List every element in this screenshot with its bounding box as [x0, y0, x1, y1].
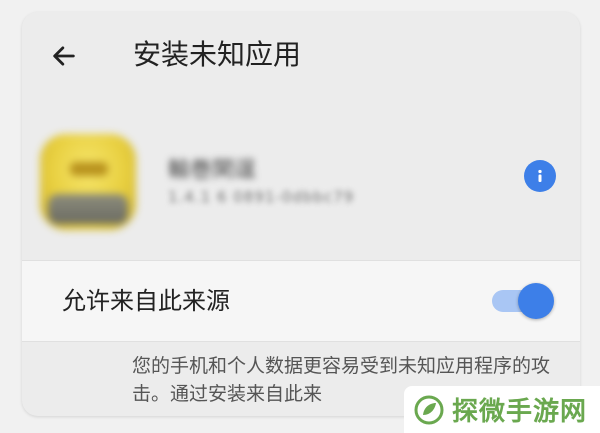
allow-source-label: 允许来自此来源	[62, 287, 230, 315]
watermark-text: 探微手游网	[452, 397, 588, 427]
allow-source-switch[interactable]	[488, 281, 556, 321]
arrow-left-icon	[53, 46, 75, 66]
switch-thumb	[518, 283, 554, 319]
allow-source-row[interactable]: 允许来自此来源	[22, 260, 580, 342]
app-info-row: 輸巻閑逞 1.4.1 6 0891-0dbbc79	[22, 112, 580, 252]
app-bar: 安装未知应用	[22, 12, 580, 102]
app-icon	[40, 134, 136, 230]
back-button[interactable]	[46, 38, 82, 74]
leaf-logo-icon	[414, 395, 444, 424]
site-watermark: 探微手游网	[404, 386, 600, 433]
app-info-button[interactable]	[524, 160, 556, 192]
page-title: 安装未知应用	[133, 38, 302, 71]
settings-card: 安装未知应用 輸巻閑逞 1.4.1 6 0891-0dbbc79 允许来自此来源…	[22, 12, 580, 416]
app-version: 1.4.1 6 0891-0dbbc79	[168, 188, 355, 206]
info-icon	[538, 169, 542, 182]
app-name: 輸巻閑逞	[168, 158, 257, 183]
